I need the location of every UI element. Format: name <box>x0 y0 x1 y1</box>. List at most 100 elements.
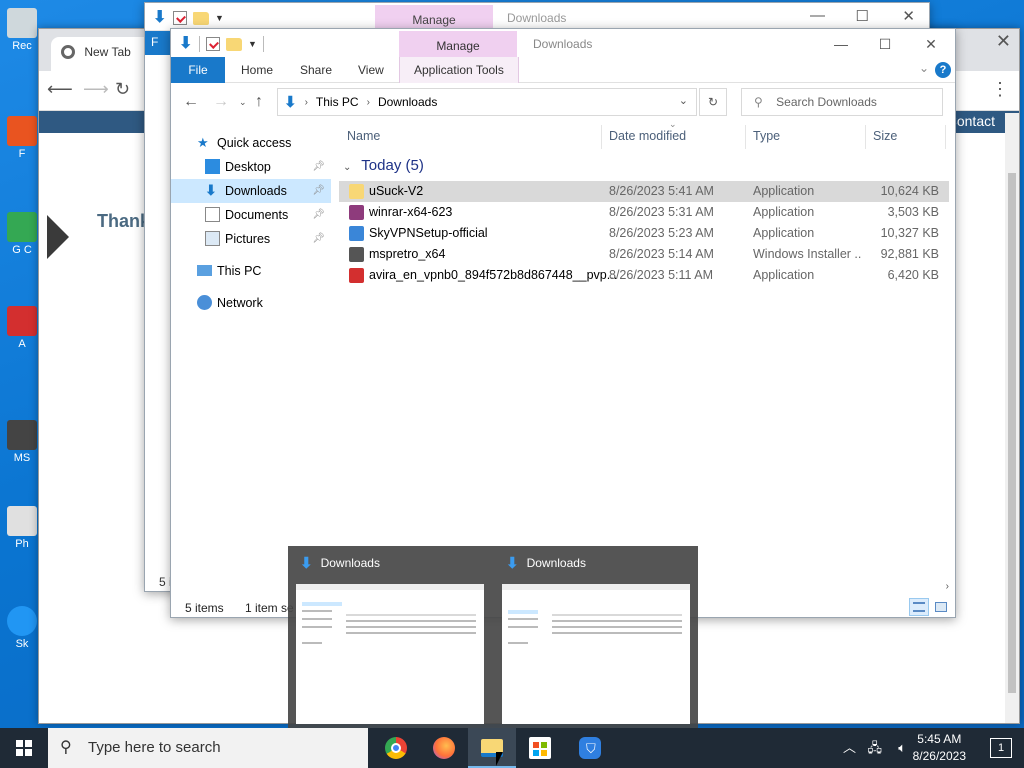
divider[interactable] <box>945 125 946 149</box>
sidebar-item-network[interactable]: Network <box>171 291 331 315</box>
recent-locations-icon[interactable]: ⌄ <box>239 97 247 108</box>
table-row[interactable]: winrar-x64-623 8/26/2023 5:31 AM Applicati… <box>339 202 949 223</box>
tab-file[interactable]: File <box>171 57 225 83</box>
taskbar-app-firefox[interactable] <box>420 728 468 768</box>
sidebar-item-downloads[interactable]: ⬇ Downloads 📌︎ <box>171 179 331 203</box>
explorer-window[interactable]: ⬇ ▼ Manage Downloads — ☐ ✕ File Home Sha… <box>170 28 956 618</box>
desktop-icon-skype[interactable]: Sk <box>4 606 40 650</box>
table-row[interactable]: avira_en_vpnb0_894f572b8d867448__pvp... 8… <box>339 265 949 286</box>
desktop-icon-chrome[interactable]: G C <box>4 212 40 256</box>
chevron-down-icon[interactable]: ▼ <box>215 13 224 23</box>
details-view-button[interactable] <box>909 598 929 616</box>
close-icon[interactable]: ✕ <box>996 31 1011 52</box>
chevron-right-icon[interactable]: › <box>946 581 949 592</box>
downloads-icon: ⬇ <box>506 555 519 572</box>
chevron-down-icon[interactable]: ⌄ <box>343 162 351 173</box>
desktop-icon-ph[interactable]: Ph <box>4 506 40 550</box>
large-icons-view-button[interactable] <box>931 598 951 616</box>
minimize-button[interactable]: — <box>819 31 863 57</box>
taskbar-search-input[interactable]: ⚲ Type here to search <box>48 728 368 768</box>
sidebar-item-pictures[interactable]: Pictures 📌︎ <box>171 227 331 251</box>
tab-application-tools[interactable]: Application Tools <box>399 57 519 83</box>
column-header-type[interactable]: Type <box>753 129 780 143</box>
divider[interactable] <box>745 125 746 149</box>
up-icon[interactable]: ↑ <box>255 93 263 111</box>
taskbar-app-store[interactable] <box>516 728 564 768</box>
taskbar-app-vpn[interactable]: ⛉ <box>566 728 614 768</box>
manage-tab[interactable]: Manage <box>399 31 517 57</box>
firefox-icon <box>433 737 455 759</box>
notification-center-button[interactable]: 1 <box>990 738 1012 758</box>
tab-home[interactable]: Home <box>241 57 273 83</box>
maximize-icon[interactable]: ☐ <box>856 7 869 25</box>
desktop-icon-acrobat[interactable]: A <box>4 306 40 350</box>
file-date: 8/26/2023 5:31 AM <box>609 205 714 219</box>
search-input[interactable]: ⚲ Search Downloads <box>741 88 943 116</box>
minimize-icon[interactable]: — <box>810 7 825 24</box>
tab-view[interactable]: View <box>358 57 384 83</box>
table-row[interactable]: uSuck-V2 8/26/2023 5:41 AM Application 10,6… <box>339 181 949 202</box>
column-header-date[interactable]: Date modified <box>609 129 686 143</box>
back-icon[interactable]: ← <box>183 93 199 111</box>
maximize-button[interactable]: ☐ <box>863 31 907 57</box>
group-header-today[interactable]: ⌄ Today (5) <box>339 151 949 181</box>
chevron-right-icon[interactable]: › <box>305 97 308 108</box>
breadcrumb-downloads[interactable]: Downloads <box>378 95 437 109</box>
table-row[interactable]: mspretro_x64 8/26/2023 5:14 AM Windows Ins… <box>339 244 949 265</box>
chevron-down-icon[interactable]: ▼ <box>248 39 257 49</box>
downloads-icon: ⬇ <box>300 555 313 572</box>
file-tab[interactable]: F <box>145 31 173 55</box>
close-icon[interactable]: ✕ <box>902 7 915 25</box>
address-bar[interactable]: ⬇ › This PC › Downloads ⌄ <box>277 88 697 116</box>
taskbar-app-chrome[interactable] <box>372 728 420 768</box>
new-folder-icon[interactable] <box>226 37 242 51</box>
system-clock[interactable]: 5:45 AM 8/26/2023 <box>913 731 966 765</box>
pin-icon[interactable]: 📌︎ <box>312 179 325 203</box>
sidebar-item-documents[interactable]: Documents 📌︎ <box>171 203 331 227</box>
chevron-down-icon[interactable]: ⌄ <box>919 61 929 75</box>
minimize-icon: — <box>834 36 848 52</box>
scroll-thumb[interactable] <box>1008 173 1016 693</box>
pin-icon[interactable]: 📌︎ <box>312 155 325 179</box>
large-icons-view-icon <box>935 602 947 612</box>
start-button[interactable] <box>0 728 48 768</box>
properties-icon[interactable] <box>206 37 220 51</box>
back-icon[interactable]: ⟵ <box>47 79 73 100</box>
chevron-up-icon[interactable]: ︿ <box>843 728 856 768</box>
chevron-down-icon[interactable]: ⌄ <box>679 94 688 107</box>
thumbnail-window-1[interactable]: ⬇ Downloads <box>288 546 492 728</box>
taskbar-app-file-explorer[interactable] <box>468 728 516 768</box>
breadcrumb-this-pc[interactable]: This PC <box>316 95 359 109</box>
desktop-icon-app-1[interactable]: F <box>4 116 40 160</box>
pin-icon[interactable]: 📌︎ <box>312 203 325 227</box>
thumbnail-window-2[interactable]: ⬇ Downloads <box>494 546 698 728</box>
sidebar-item-desktop[interactable]: Desktop 📌︎ <box>171 155 331 179</box>
file-type: Application <box>753 268 815 282</box>
divider[interactable] <box>865 125 866 149</box>
network-icon[interactable]: 🖧︎ <box>868 728 883 768</box>
menu-icon[interactable]: ⋮ <box>991 79 1009 100</box>
forward-icon[interactable]: → <box>213 93 229 111</box>
app-icon <box>7 420 37 450</box>
sidebar-item-quick-access[interactable]: ★ Quick access <box>171 131 331 155</box>
refresh-button[interactable]: ↻ <box>699 88 727 116</box>
volume-icon[interactable]: 🔈︎ <box>898 728 906 768</box>
desktop-icon-ms[interactable]: MS <box>4 420 40 464</box>
browser-scrollbar[interactable] <box>1005 113 1019 723</box>
table-row[interactable]: SkyVPNSetup-official 8/26/2023 5:23 AM App… <box>339 223 949 244</box>
reload-icon[interactable]: ↻ <box>115 79 130 100</box>
column-header-name[interactable]: Name <box>347 129 380 143</box>
help-icon[interactable]: ? <box>935 62 951 78</box>
pin-icon[interactable]: 📌︎ <box>312 227 325 251</box>
forward-icon[interactable]: ⟶ <box>83 79 109 100</box>
new-folder-icon[interactable] <box>193 11 209 25</box>
divider[interactable] <box>601 125 602 149</box>
desktop-icon-label: Sk <box>15 638 29 650</box>
close-button[interactable]: ✕ <box>909 31 953 57</box>
chevron-right-icon[interactable]: › <box>367 97 370 108</box>
properties-icon[interactable] <box>173 11 187 25</box>
sidebar-item-this-pc[interactable]: This PC <box>171 259 331 283</box>
tab-share[interactable]: Share <box>300 57 332 83</box>
column-header-size[interactable]: Size <box>873 129 897 143</box>
desktop-icon-recycle-bin[interactable]: Rec <box>4 8 40 52</box>
